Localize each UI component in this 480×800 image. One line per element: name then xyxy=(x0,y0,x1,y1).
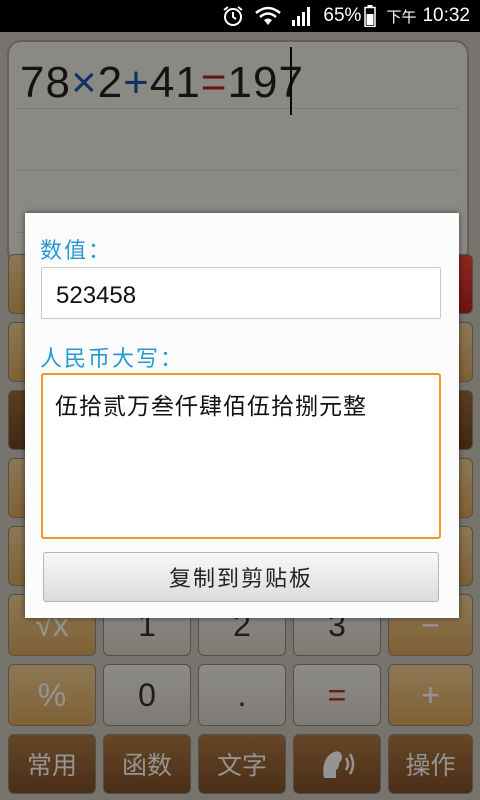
signal-icon xyxy=(291,6,313,26)
rmb-words-field[interactable]: 伍拾贰万叁仟肆佰伍拾捌元整 xyxy=(41,373,441,539)
battery-icon xyxy=(364,5,377,27)
clock-time: 10:32 xyxy=(422,5,470,26)
copy-to-clipboard-button[interactable]: 复制到剪贴板 xyxy=(43,552,439,602)
time-ampm: 下午 xyxy=(386,8,417,26)
value-label: 数值： xyxy=(40,239,113,264)
wifi-icon xyxy=(255,6,282,26)
rmb-words-text: 伍拾贰万叁仟肆佰伍拾捌元整 xyxy=(55,394,367,420)
value-field[interactable]: 523458 xyxy=(41,267,441,319)
status-bar: 65% 下午 10:32 xyxy=(0,0,480,32)
rmb-conversion-dialog: 数值： 523458 人民币大写： 伍拾贰万叁仟肆佰伍拾捌元整 复制到剪贴板 xyxy=(25,213,459,618)
rmb-label: 人民币大写： xyxy=(40,347,185,372)
value-text: 523458 xyxy=(56,282,137,309)
alarm-icon xyxy=(221,5,245,27)
battery-percent: 65% xyxy=(323,5,362,26)
